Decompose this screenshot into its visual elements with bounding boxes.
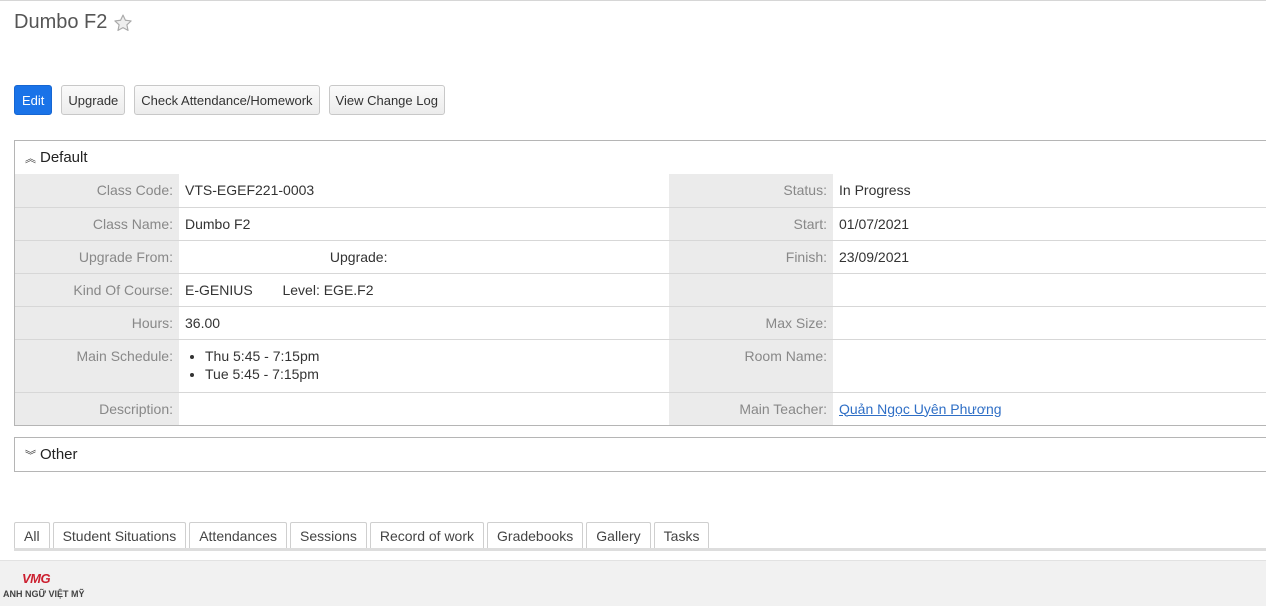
chevron-down-icon: ︾ [25, 449, 36, 462]
other-panel-header[interactable]: ︾ Other [15, 438, 1266, 471]
schedule-list: Thu 5:45 - 7:15pm Tue 5:45 - 7:15pm [185, 346, 663, 384]
room-name-label: Room Name: [669, 339, 833, 393]
main-teacher-label: Main Teacher: [669, 392, 833, 425]
level-label: Level: [282, 281, 320, 298]
schedule-item: Tue 5:45 - 7:15pm [205, 364, 663, 384]
hours-value: 36.00 [179, 306, 669, 340]
tab-record-of-work[interactable]: Record of work [369, 522, 485, 549]
footer: VMG ANH NGỮ VIỆT MỸ [0, 560, 1266, 606]
star-icon[interactable] [113, 13, 133, 33]
class-details-table: Class Code: VTS-EGEF221-0003 Status: In … [15, 174, 1266, 425]
logo-text: ANH NGỮ VIỆT MỸ [3, 589, 85, 599]
max-size-label: Max Size: [669, 306, 833, 340]
other-panel-title: Other [40, 446, 78, 463]
default-panel-header[interactable]: ︽ Default [15, 141, 1266, 174]
upgrade-from-label: Upgrade From: [15, 240, 179, 274]
table-row: Hours: 36.00 Max Size: [15, 306, 1266, 340]
tab-tasks[interactable]: Tasks [653, 522, 710, 549]
finish-label: Finish: [669, 240, 833, 274]
tab-attendances[interactable]: Attendances [189, 522, 288, 549]
tab-student-situations[interactable]: Student Situations [52, 522, 187, 549]
chevron-up-icon: ︽ [25, 152, 36, 165]
empty-value [833, 273, 1266, 307]
check-attendance-button[interactable]: Check Attendance/Homework [134, 85, 320, 115]
schedule-item: Thu 5:45 - 7:15pm [205, 346, 663, 366]
table-row: Class Code: VTS-EGEF221-0003 Status: In … [15, 174, 1266, 208]
class-name-label: Class Name: [15, 207, 179, 241]
class-code-value: VTS-EGEF221-0003 [179, 174, 669, 208]
kind-of-course-label: Kind Of Course: [15, 273, 179, 307]
max-size-value [833, 306, 1266, 340]
main-schedule-value: Thu 5:45 - 7:15pm Tue 5:45 - 7:15pm [179, 339, 669, 393]
room-name-value [833, 339, 1266, 393]
edit-button[interactable]: Edit [14, 85, 53, 115]
table-row: Main Schedule: Thu 5:45 - 7:15pm Tue 5:4… [15, 339, 1266, 393]
logo-mark: VMG [22, 571, 51, 586]
upgrade-from-value: Upgrade: [179, 240, 669, 274]
start-value: 01/07/2021 [833, 207, 1266, 241]
description-value [179, 392, 669, 425]
tab-gradebooks[interactable]: Gradebooks [487, 522, 584, 549]
hours-label: Hours: [15, 306, 179, 340]
description-label: Description: [15, 392, 179, 425]
brand-logo: VMG ANH NGỮ VIỆT MỸ [3, 571, 93, 599]
table-row: Class Name: Dumbo F2 Start: 01/07/2021 [15, 207, 1266, 241]
toolbar: Edit Upgrade Check Attendance/Homework V… [14, 85, 445, 115]
page-title: Dumbo F2 [14, 11, 108, 33]
start-label: Start: [669, 207, 833, 241]
main-teacher-cell: Quản Ngọc Uyên Phương [833, 392, 1266, 425]
table-row: Upgrade From: Upgrade: Finish: 23/09/202… [15, 240, 1266, 274]
default-panel: ︽ Default Class Code: VTS-EGEF221-0003 S… [14, 140, 1266, 426]
tab-gallery[interactable]: Gallery [586, 522, 651, 549]
upgrade-label: Upgrade: [329, 248, 388, 265]
status-value: In Progress [833, 174, 1266, 208]
table-row: Description: Main Teacher: Quản Ngọc Uyê… [15, 392, 1266, 425]
kind-of-course-value: E-GENIUS [185, 281, 253, 298]
kind-of-course-cell: E-GENIUS Level: EGE.F2 [179, 273, 669, 307]
tab-all[interactable]: All [14, 522, 50, 549]
upgrade-button[interactable]: Upgrade [61, 85, 126, 115]
default-panel-title: Default [40, 149, 88, 166]
finish-value: 23/09/2021 [833, 240, 1266, 274]
other-panel: ︾ Other [14, 437, 1266, 472]
title-row: Dumbo F2 [14, 11, 133, 34]
status-label: Status: [669, 174, 833, 208]
empty-label [669, 273, 833, 307]
detail-tabs: All Student Situations Attendances Sessi… [14, 522, 710, 549]
main-schedule-label: Main Schedule: [15, 339, 179, 393]
tab-sessions[interactable]: Sessions [290, 522, 367, 549]
view-change-log-button[interactable]: View Change Log [328, 85, 445, 115]
tab-underline [14, 548, 1266, 551]
class-name-value: Dumbo F2 [179, 207, 669, 241]
level-value: EGE.F2 [323, 281, 374, 298]
table-row: Kind Of Course: E-GENIUS Level: EGE.F2 [15, 273, 1266, 307]
main-teacher-link[interactable]: Quản Ngọc Uyên Phương [839, 401, 1002, 417]
class-code-label: Class Code: [15, 174, 179, 208]
